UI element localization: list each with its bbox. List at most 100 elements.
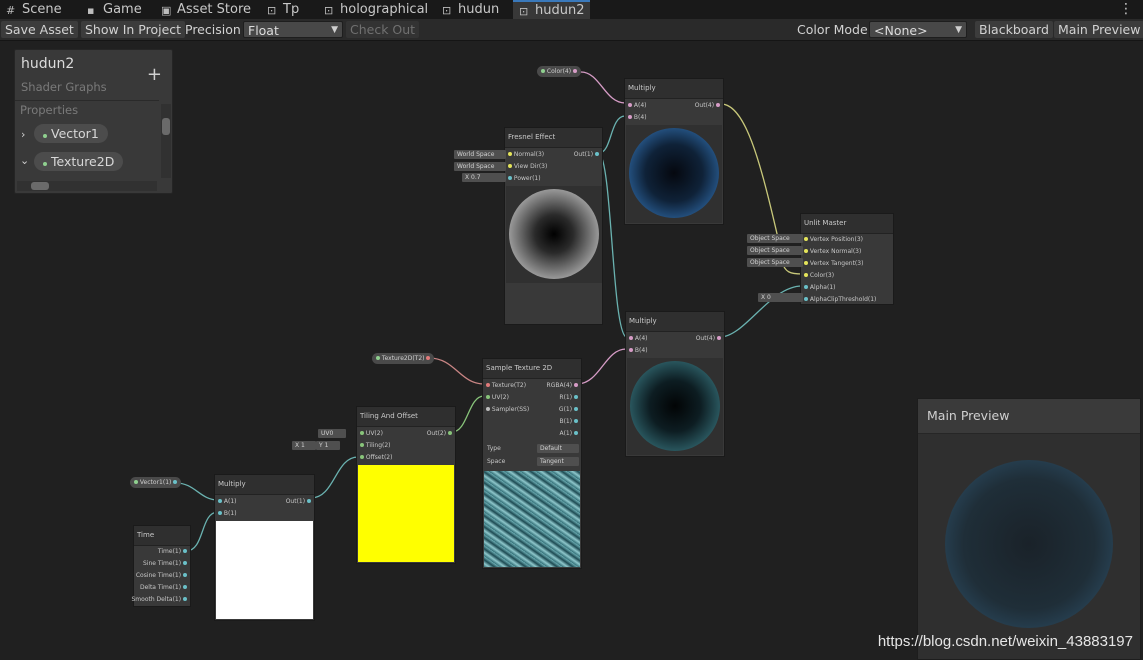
output-rgba[interactable]: RGBA(4) xyxy=(547,382,578,390)
tiling-y-field[interactable]: Y 1 xyxy=(316,441,340,450)
input-sampler[interactable]: Sampler(SS) xyxy=(486,406,529,414)
tiling-x-field[interactable]: X 1 xyxy=(292,441,316,450)
tab-holographical[interactable]: ⊡ holographical xyxy=(324,0,428,19)
sample-texture-2d-node[interactable]: Sample Texture 2D Texture(T2) UV(2) Samp… xyxy=(482,358,582,569)
vertex-position-space-chip[interactable]: Object Space xyxy=(747,234,803,243)
output-out[interactable]: Out(2) xyxy=(427,430,452,438)
input-a[interactable]: A(1) xyxy=(218,498,237,506)
main-preview-toggle-button[interactable]: Main Preview xyxy=(1054,21,1143,38)
port-label: AlphaClipThreshold(1) xyxy=(809,296,877,303)
input-vertex-position[interactable]: Vertex Position(3) xyxy=(804,236,863,244)
multiply-node-bottom[interactable]: Multiply A(1) B(1) Out(1) xyxy=(214,474,315,621)
port-dot xyxy=(486,395,490,399)
horizontal-scrollbar[interactable] xyxy=(17,181,157,191)
input-texture[interactable]: Texture(T2) xyxy=(486,382,526,390)
axis-label: Y xyxy=(319,442,323,449)
collapse-chevron-icon[interactable]: › xyxy=(21,128,25,141)
precision-select[interactable]: Float ▼ xyxy=(243,21,343,38)
output-b[interactable]: B(1) xyxy=(559,418,578,426)
output-a[interactable]: A(1) xyxy=(559,430,578,438)
color-mode-select[interactable]: <None> ▼ xyxy=(869,21,967,38)
save-asset-button[interactable]: Save Asset xyxy=(1,21,78,38)
color-property-node[interactable]: Color(4) xyxy=(537,66,582,77)
vertex-normal-space-chip[interactable]: Object Space xyxy=(747,246,803,255)
input-view-dir[interactable]: View Dir(3) xyxy=(508,163,547,171)
time-node[interactable]: Time Time(1) Sine Time(1) Cosine Time(1)… xyxy=(132,525,191,607)
input-normal[interactable]: Normal(3) xyxy=(508,151,544,159)
expand-chevron-icon[interactable]: ⌄ xyxy=(20,154,29,167)
space-select[interactable]: Tangent xyxy=(537,457,579,466)
alpha-clip-input-field[interactable]: X 0 xyxy=(758,293,803,302)
chip-label: Object Space xyxy=(750,235,790,242)
output-out[interactable]: Out(4) xyxy=(695,102,720,110)
multiply-node-middle[interactable]: Multiply A(4) B(4) Out(4) xyxy=(625,311,725,457)
gamepad-icon: ▪ xyxy=(87,4,95,17)
tab-asset-store[interactable]: ▣ Asset Store xyxy=(161,0,251,19)
input-a[interactable]: A(4) xyxy=(628,102,647,110)
input-tiling[interactable]: Tiling(2) xyxy=(360,442,391,450)
input-vertex-tangent[interactable]: Vertex Tangent(3) xyxy=(804,260,863,268)
vector1-property-node[interactable]: Vector1(1) xyxy=(130,477,182,488)
tab-hudun2[interactable]: ⊡ hudun2 xyxy=(513,0,591,19)
output-r[interactable]: R(1) xyxy=(559,394,578,402)
tiling-and-offset-node[interactable]: Tiling And Offset UV(2) Tiling(2) Offset… xyxy=(356,406,456,564)
tab-game[interactable]: ▪ Game xyxy=(87,0,142,19)
normal-space-chip[interactable]: World Space xyxy=(454,150,506,159)
main-preview-sphere[interactable] xyxy=(945,460,1113,628)
input-vertex-normal[interactable]: Vertex Normal(3) xyxy=(804,248,861,256)
input-uv[interactable]: UV(2) xyxy=(486,394,509,402)
output-out[interactable]: Out(1) xyxy=(286,498,311,506)
check-out-button[interactable]: Check Out xyxy=(346,21,420,38)
water-texture-preview xyxy=(484,471,580,567)
port-label: R(1) xyxy=(559,394,573,401)
scrollbar-thumb[interactable] xyxy=(31,182,49,190)
output-smooth-delta[interactable]: Smooth Delta(1) xyxy=(132,596,187,604)
input-alpha[interactable]: Alpha(1) xyxy=(804,284,835,292)
port-dot xyxy=(573,69,578,73)
tab-scene[interactable]: # Scene xyxy=(6,0,62,19)
unlit-master-node[interactable]: Unlit Master Vertex Position(3) Vertex N… xyxy=(800,213,894,305)
blackboard-toggle-button[interactable]: Blackboard xyxy=(975,21,1053,38)
uv-channel-select[interactable]: UV0 xyxy=(318,429,346,438)
texture2d-property-node[interactable]: Texture2D(T2) xyxy=(372,353,435,364)
property-pill-vector1[interactable]: Vector1 xyxy=(34,124,108,143)
port-dot xyxy=(574,419,578,423)
more-options-icon[interactable]: ⋮ xyxy=(1119,1,1133,17)
power-input-field[interactable]: X 0.7 xyxy=(462,173,506,182)
add-property-button[interactable]: + xyxy=(147,64,162,85)
tiling-x-value: 1 xyxy=(301,442,305,449)
input-color[interactable]: Color(3) xyxy=(804,272,834,280)
vertical-scrollbar[interactable] xyxy=(161,104,171,178)
node-title: Multiply xyxy=(626,312,724,332)
port-dot xyxy=(486,383,490,387)
port-label: A(4) xyxy=(634,335,648,342)
scrollbar-thumb[interactable] xyxy=(162,118,170,135)
input-power[interactable]: Power(1) xyxy=(508,175,541,183)
output-delta-time[interactable]: Delta Time(1) xyxy=(140,584,187,592)
vertex-tangent-space-chip[interactable]: Object Space xyxy=(747,258,803,267)
property-pill-texture2d[interactable]: Texture2D xyxy=(34,152,124,171)
output-sine-time[interactable]: Sine Time(1) xyxy=(143,560,187,568)
view-space-chip[interactable]: World Space xyxy=(454,162,506,171)
input-b[interactable]: B(1) xyxy=(218,510,237,518)
input-alpha-clip-threshold[interactable]: AlphaClipThreshold(1) xyxy=(804,296,876,304)
port-label: Vertex Position(3) xyxy=(809,236,863,243)
tab-hudun[interactable]: ⊡ hudun xyxy=(442,0,499,19)
input-b[interactable]: B(4) xyxy=(629,347,648,355)
type-select[interactable]: Default xyxy=(537,444,579,453)
input-offset[interactable]: Offset(2) xyxy=(360,454,392,462)
output-out[interactable]: Out(1) xyxy=(574,151,599,159)
fresnel-effect-node[interactable]: Fresnel Effect Normal(3) View Dir(3) Pow… xyxy=(504,127,603,325)
chip-label: Object Space xyxy=(750,247,790,254)
output-cosine-time[interactable]: Cosine Time(1) xyxy=(136,572,187,580)
input-b[interactable]: B(4) xyxy=(628,114,647,122)
output-time[interactable]: Time(1) xyxy=(158,548,187,556)
show-in-project-button[interactable]: Show In Project xyxy=(81,21,186,38)
tab-tp[interactable]: ⊡ Tp xyxy=(267,0,299,19)
input-a[interactable]: A(4) xyxy=(629,335,648,343)
multiply-node-top[interactable]: Multiply A(4) B(4) Out(4) xyxy=(624,78,724,225)
port-dot xyxy=(360,431,364,435)
output-out[interactable]: Out(4) xyxy=(696,335,721,343)
output-g[interactable]: G(1) xyxy=(559,406,578,414)
input-uv[interactable]: UV(2) xyxy=(360,430,383,438)
